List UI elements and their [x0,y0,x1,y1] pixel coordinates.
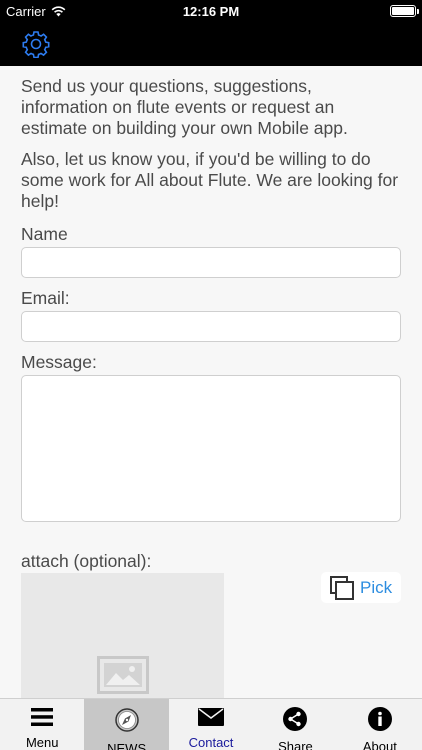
pick-button[interactable]: Pick [321,572,401,603]
info-icon [367,707,392,731]
tab-about-label: About [362,739,397,750]
message-label: Message: [21,352,97,372]
tab-menu-label: Menu [25,735,59,750]
tab-menu[interactable]: Menu [0,699,84,750]
image-placeholder-icon [97,656,149,694]
tab-contact[interactable]: Contact [169,699,253,750]
tab-share[interactable]: Share [253,699,337,750]
gear-icon [22,31,50,58]
tab-contact-label: Contact [188,735,234,750]
tab-news[interactable]: NEWS [84,699,169,750]
attach-label: attach (optional): [21,551,152,571]
battery-fill [392,7,414,15]
status-bar: Carrier 12:16 PM [0,0,422,22]
gallery-icon [330,575,354,600]
status-time: 12:16 PM [182,4,240,19]
compass-icon [114,708,139,732]
share-icon [283,707,308,731]
tab-bar: Menu NEWS Contact Share About [0,698,422,750]
email-field[interactable] [21,311,401,342]
intro-paragraph-2: Also, let us know you, if you'd be willi… [21,149,399,211]
tab-share-label: Share [278,739,313,750]
intro-paragraph-1: Send us your questions, suggestions, inf… [21,76,348,138]
pick-label: Pick [360,577,393,597]
contact-form: Send us your questions, suggestions, inf… [21,76,401,527]
nav-bar [0,22,422,66]
battery-icon [390,5,419,17]
attachment-preview[interactable] [21,573,224,698]
name-label: Name [21,224,68,244]
hamburger-icon [31,708,54,726]
message-field[interactable] [21,375,401,522]
tab-news-label: NEWS [107,741,147,750]
tab-about[interactable]: About [338,699,422,750]
name-field[interactable] [21,247,401,278]
envelope-icon [198,708,225,726]
email-label: Email: [21,288,70,308]
settings-button[interactable] [20,28,52,60]
